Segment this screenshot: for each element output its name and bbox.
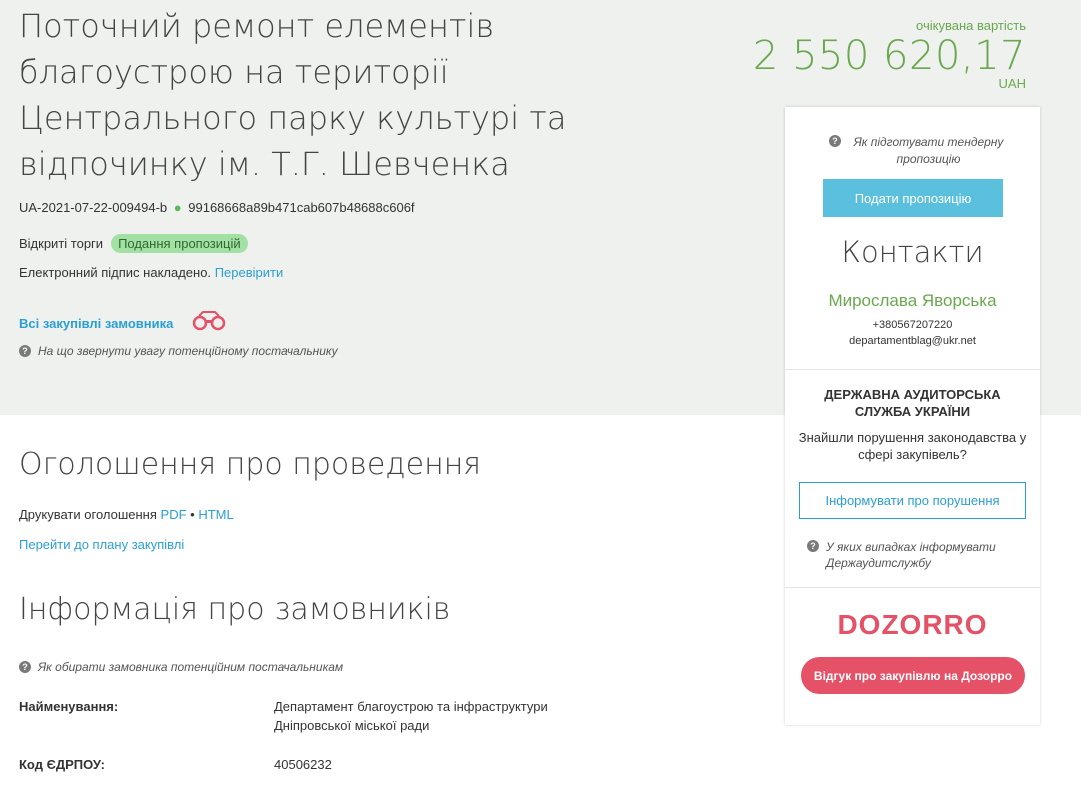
supplier-hint[interactable]: ? На що звернути увагу потенційному пост… (19, 344, 338, 358)
expected-value-label: очікувана вартість (916, 18, 1026, 33)
report-violation-button[interactable]: Інформувати про порушення (799, 482, 1026, 519)
signature-text: Електронний підпис накладено. (19, 265, 212, 280)
customers-title: Інформація про замовників (19, 592, 451, 627)
expected-value: очікувана вартість 2 550 620,17 UAH (726, 18, 1026, 91)
submit-proposal-button[interactable]: Подати пропозицію (823, 179, 1003, 217)
all-purchases-row: Всі закупівлі замовника (19, 310, 229, 337)
customer-hint-text: Як обирати замовника потенційним постача… (38, 660, 344, 674)
verify-signature-link[interactable]: Перевірити (215, 265, 284, 280)
tender-id-row: UA-2021-07-22-009494-b ● 99168668a89b471… (19, 200, 415, 215)
contact-phone: +380567207220 (872, 319, 953, 331)
tender-hash: 99168668a89b471cab607b48688c606f (188, 200, 415, 215)
question-circle-icon: ? (19, 661, 31, 673)
question-circle-icon: ? (829, 135, 841, 147)
sidebar: ? Як підготувати тендерну пропозицію Под… (785, 107, 1040, 725)
binoculars-icon[interactable] (189, 310, 229, 337)
expected-value-amount: 2 550 620,17 (752, 33, 1026, 79)
contact-name: Мирослава Яворська (828, 291, 997, 310)
divider (785, 369, 1040, 370)
supplier-hint-text: На що звернути увагу потенційному постач… (38, 344, 338, 358)
expected-value-currency: UAH (998, 76, 1026, 91)
proposal-hint-text: Як підготувати тендерну пропозицію (853, 135, 1004, 166)
question-circle-icon: ? (807, 540, 819, 552)
customer-name-value: Департамент благоустрою та інфраструктур… (274, 699, 548, 733)
tender-id: UA-2021-07-22-009494-b (19, 200, 168, 215)
print-pdf-link[interactable]: PDF (161, 507, 187, 522)
edrpou-label: Код ЄДРПОУ: (19, 757, 105, 772)
print-separator: • (190, 507, 195, 522)
signature-row: Електронний підпис накладено. Перевірити (19, 265, 283, 280)
question-circle-icon: ? (19, 345, 31, 357)
divider (785, 587, 1040, 588)
customer-hint[interactable]: ? Як обирати замовника потенційним поста… (19, 660, 343, 674)
proposal-hint[interactable]: ? Як підготувати тендерну пропозицію (829, 134, 1009, 168)
status-dot-icon: ● (173, 200, 182, 215)
contact-email: departamentblag@ukr.net (849, 335, 976, 347)
status-badge: Подання пропозицій (111, 234, 248, 253)
print-row: Друкувати оголошення PDF • HTML (19, 507, 234, 522)
audit-hint[interactable]: ? У яких випадках інформувати Держаудитс… (807, 539, 1027, 571)
audit-hint-text: У яких випадках інформувати Держаудитслу… (826, 540, 996, 570)
print-label: Друкувати оголошення (19, 507, 157, 522)
procedure-type: Відкриті торги (19, 236, 104, 251)
tender-title: Поточний ремонт елементів благоустрою на… (19, 7, 567, 183)
print-html-link[interactable]: HTML (198, 507, 233, 522)
announcement-title: Оголошення про проведення (19, 447, 482, 482)
procedure-row: Відкриті торги Подання пропозицій (19, 234, 248, 253)
contacts-title: Контакти (841, 235, 984, 269)
dozorro-logo[interactable]: DOZORRO (785, 609, 1040, 641)
dozorro-review-button[interactable]: Відгук про закупівлю на Дозорро (801, 657, 1025, 694)
all-purchases-link[interactable]: Всі закупівлі замовника (19, 316, 173, 331)
audit-title: ДЕРЖАВНА АУДИТОРСЬКА СЛУЖБА УКРАЇНИ (824, 387, 1001, 419)
procurement-plan-link[interactable]: Перейти до плану закупівлі (19, 537, 184, 552)
edrpou-value: 40506232 (274, 757, 332, 772)
customer-name-label: Найменування: (19, 699, 119, 714)
audit-question: Знайшли порушення законодавства у сфері … (798, 430, 1027, 462)
